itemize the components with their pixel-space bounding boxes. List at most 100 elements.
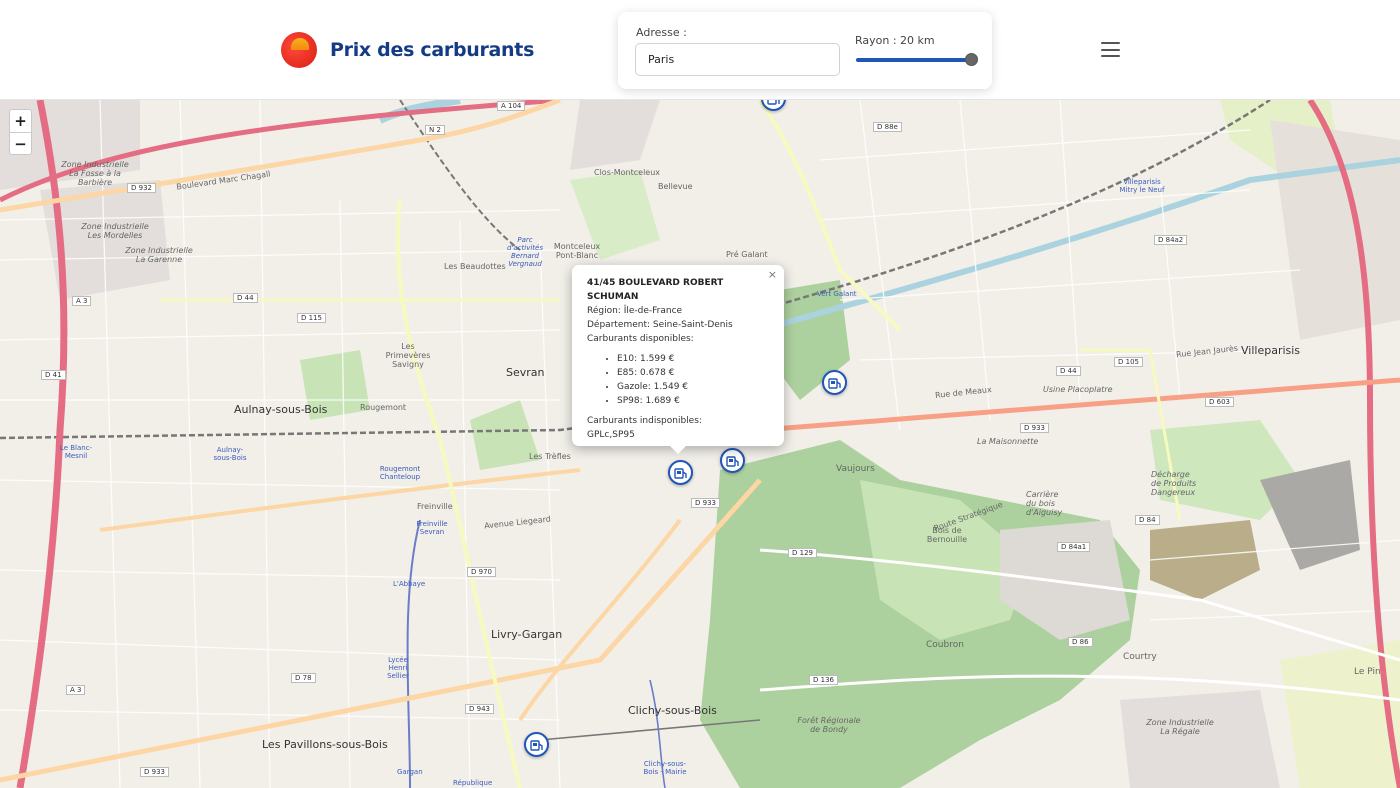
road-label-d943: D 943 — [465, 704, 494, 714]
popup-departement: Département: Seine-Saint-Denis — [587, 320, 733, 330]
road-label-n2: N 2 — [425, 125, 445, 135]
road-label-d129: D 129 — [788, 548, 817, 558]
map-label-freinville-sevran: Freinville Sevran — [416, 520, 448, 536]
fuel-item: E10: 1.599 € — [617, 352, 769, 366]
map-label-parc-activites: Parc d'activités Bernard Vergnaud — [507, 236, 543, 268]
map-label-pavillons: Les Pavillons-sous-Bois — [262, 738, 388, 751]
fuel-station-marker[interactable] — [524, 732, 549, 757]
hamburger-menu-icon[interactable] — [1101, 42, 1120, 57]
fuel-list: E10: 1.599 € E85: 0.678 € Gazole: 1.549 … — [617, 352, 769, 408]
hamburger-line — [1101, 48, 1120, 51]
radius-slider-track — [856, 58, 970, 62]
map-label-zi-fosse: Zone Industrielle La Fosse à la Barbière — [61, 160, 129, 187]
zoom-in-button[interactable]: + — [10, 110, 31, 132]
map-label-primeveres: Les Primevères Savigny — [385, 342, 431, 369]
fuel-station-icon — [725, 455, 739, 467]
map-label-abbaye: L'Abbaye — [393, 580, 426, 588]
road-label-d970: D 970 — [467, 567, 496, 577]
map-label-clichy-mairie: Clichy-sous-Bois - Mairie — [643, 760, 687, 776]
map-label-maisonnette: La Maisonnette — [977, 437, 1039, 446]
popup-title: 41/45 BOULEVARD ROBERT SCHUMAN — [587, 278, 724, 302]
map-label-livry: Livry-Gargan — [491, 628, 563, 641]
fuel-station-icon — [673, 467, 687, 479]
road-label-a3: A 3 — [72, 296, 92, 306]
hamburger-line — [1101, 42, 1120, 44]
map-label-decharge: Décharge de Produits Dangereux — [1151, 470, 1197, 497]
road-label-d84a1: D 84a1 — [1057, 542, 1091, 552]
fuel-station-marker[interactable] — [720, 448, 745, 473]
map-label-gargan: Gargan — [397, 768, 423, 776]
map-label-vert-galant: Vert Galant — [817, 290, 857, 298]
fuel-station-icon — [529, 739, 543, 751]
map-label-le-pin: Le Pin — [1354, 667, 1381, 677]
map-label-zi-mordelles: Zone Industrielle Les Mordelles — [81, 222, 149, 240]
road-label-d603: D 603 — [1205, 397, 1234, 407]
station-popup: × 41/45 BOULEVARD ROBERT SCHUMAN Région:… — [572, 265, 784, 454]
map-label-pre-galant: Pré Galant — [726, 250, 768, 259]
popup-available-title: Carburants disponibles: — [587, 334, 694, 344]
fuel-item: SP98: 1.689 € — [617, 394, 769, 408]
map-label-sevran: Sevran — [506, 366, 545, 379]
road-label-d86: D 86 — [1068, 637, 1093, 647]
radius-slider-thumb[interactable] — [965, 53, 978, 66]
road-label-d115: D 115 — [297, 313, 326, 323]
search-panel: Adresse : Rayon : 20 km — [618, 12, 992, 89]
map-label-republique: République — [453, 779, 493, 787]
popup-region: Région: Île-de-France — [587, 306, 683, 316]
map-label-coubron: Coubron — [926, 640, 964, 650]
fuel-station-icon — [827, 377, 841, 389]
map-label-bellevue: Bellevue — [658, 182, 693, 191]
road-label-d933-south: D 933 — [140, 767, 169, 777]
road-label-a104: A 104 — [497, 101, 526, 111]
map-label-montceleux: Montceleux Pont-Blanc — [553, 242, 601, 260]
map-label-le-blanc-mesnil: Le Blanc-Mesnil — [59, 444, 93, 460]
popup-unavailable-list: GPLc,SP95 — [587, 430, 635, 440]
road-label-d88e: D 88e — [873, 122, 902, 132]
map-label-rougemont-chanteloup: Rougemont Chanteloup — [379, 465, 421, 481]
map-label-beaudottes: Les Beaudottes — [444, 262, 506, 271]
map-label-lycee: Lycée Henri Sellier — [387, 656, 409, 680]
road-label-d44-east: D 44 — [1056, 366, 1081, 376]
road-label-d933: D 933 — [691, 498, 720, 508]
map-label-vaujours: Vaujours — [836, 464, 875, 474]
fuel-station-marker-selected[interactable] — [668, 460, 693, 485]
road-label-d932: D 932 — [127, 183, 156, 193]
road-label-d136: D 136 — [809, 675, 838, 685]
brand-title: Prix des carburants — [330, 39, 535, 61]
map-label-carriere: Carrière du bois d'Aiguisy — [1026, 490, 1063, 517]
map-label-freinville: Freinville — [417, 502, 453, 511]
map-label-zi-garenne: Zone Industrielle La Garenne — [125, 246, 193, 264]
brand-logo-icon — [281, 32, 317, 68]
road-label-d933-east: D 933 — [1020, 423, 1049, 433]
map-label-courtry: Courtry — [1123, 652, 1157, 662]
zoom-out-button[interactable]: − — [10, 132, 31, 154]
address-input[interactable] — [635, 43, 840, 76]
road-label-d41: D 41 — [41, 370, 66, 380]
radius-slider[interactable] — [856, 53, 978, 66]
map-label-uniplaco: Usine Placoplatre — [1043, 385, 1113, 394]
map-label-clos-montceleux: Clos-Montceleux — [594, 168, 661, 177]
road-label-a3-south: A 3 — [66, 685, 86, 695]
map-label-rougemont: Rougemont — [360, 403, 407, 412]
popup-unavailable-title: Carburants indisponibles: — [587, 416, 702, 426]
map-label-zi-regale: Zone Industrielle La Régale — [1146, 718, 1214, 736]
map-label-foret-bondy: Forêt Régionale de Bondy — [797, 716, 861, 734]
map-label-villeparisis-mitry: Villeparisis Mitry le Neuf — [1119, 178, 1165, 194]
fuel-item: E85: 0.678 € — [617, 366, 769, 380]
close-icon[interactable]: × — [768, 268, 777, 282]
fuel-station-marker[interactable] — [822, 370, 847, 395]
fuel-item: Gazole: 1.549 € — [617, 380, 769, 394]
zoom-control: + − — [9, 109, 32, 155]
road-label-d44: D 44 — [233, 293, 258, 303]
radius-label: Rayon : 20 km — [855, 34, 935, 47]
map-label-aulnay: Aulnay-sous-Bois — [234, 403, 328, 416]
map-label-villeparisis: Villeparisis — [1241, 344, 1301, 357]
map-label-aulnay-station: Aulnay-sous-Bois — [213, 446, 247, 462]
road-label-d84a2: D 84a2 — [1154, 235, 1188, 245]
road-label-d105: D 105 — [1114, 357, 1143, 367]
map-label-treffles: Les Trèfles — [529, 452, 571, 461]
brand[interactable]: Prix des carburants — [281, 32, 534, 68]
address-label: Adresse : — [636, 26, 687, 39]
map-label-clichy: Clichy-sous-Bois — [628, 704, 717, 717]
road-label-d84: D 84 — [1135, 515, 1160, 525]
